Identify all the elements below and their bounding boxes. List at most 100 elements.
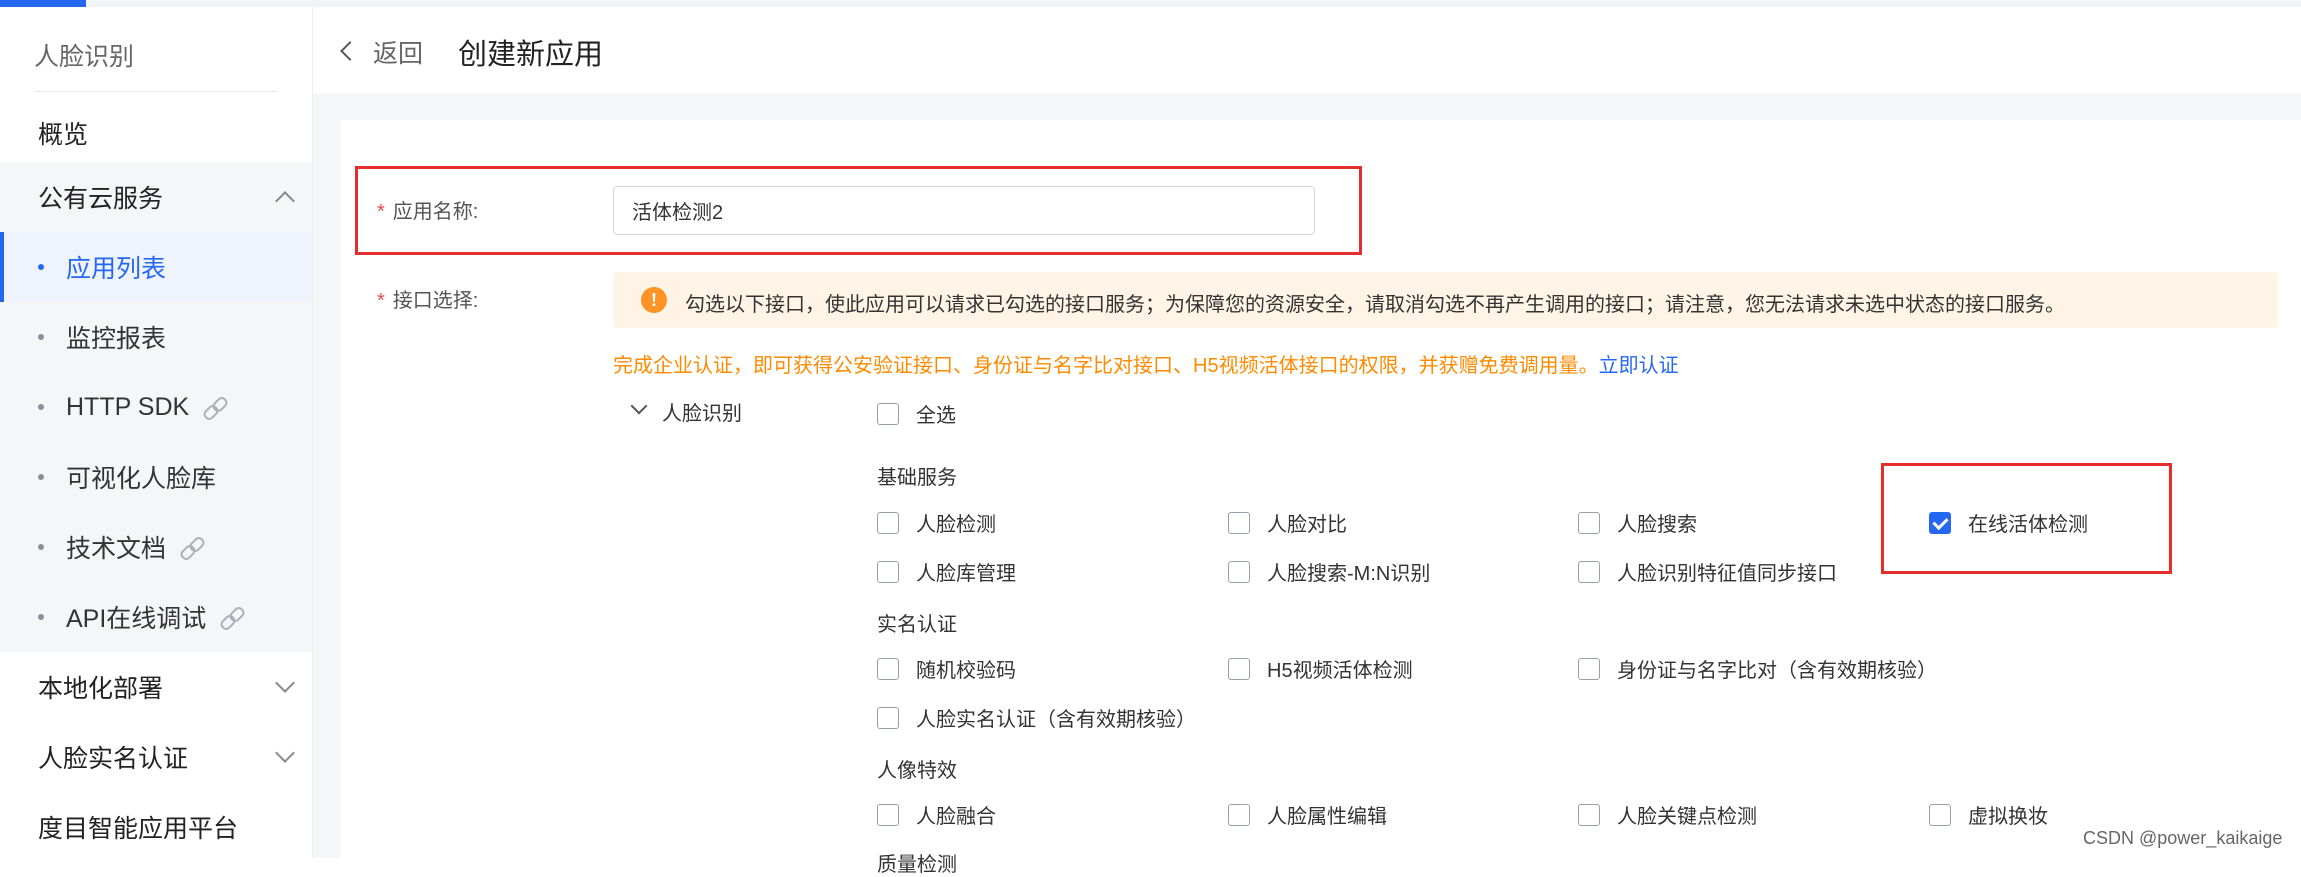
checkbox-feature-sync[interactable]: 人脸识别特征值同步接口 — [1578, 557, 1837, 586]
checkbox-label: 人脸对比 — [1267, 514, 1347, 536]
bullet-icon — [38, 614, 44, 620]
sidebar-item-overview[interactable]: 概览 — [0, 98, 312, 168]
sidebar-item-label: 监控报表 — [66, 325, 167, 353]
sidebar-item-label: 度目智能应用平台 — [38, 815, 239, 843]
checkbox-h5-video-liveness[interactable]: H5视频活体检测 — [1228, 654, 1413, 683]
checkbox-face-search-mn[interactable]: 人脸搜索-M:N识别 — [1228, 557, 1430, 586]
checkbox-face-merge[interactable]: 人脸融合 — [877, 800, 996, 829]
checkbox-face-detect[interactable]: 人脸检测 — [877, 508, 996, 537]
sidebar-divider — [34, 91, 278, 92]
sidebar-item-visual-face-library[interactable]: 可视化人脸库 — [0, 442, 312, 512]
checkbox-label: 人脸实名认证（含有效期核验） — [916, 709, 1196, 731]
checkbox-face-attr-edit[interactable]: 人脸属性编辑 — [1228, 800, 1387, 829]
checkbox-box[interactable] — [877, 511, 899, 534]
select-all-checkbox[interactable]: 全选 — [877, 399, 956, 428]
checkbox-face-compare[interactable]: 人脸对比 — [1228, 508, 1347, 537]
notice-banner: ! 勾选以下接口，使此应用可以请求已勾选的接口服务；为保障您的资源安全，请取消勾… — [613, 272, 2278, 328]
bullet-icon — [38, 404, 44, 410]
checkbox-box[interactable] — [877, 657, 899, 680]
sidebar-item-http-sdk[interactable]: HTTP SDK — [0, 372, 312, 442]
sidebar-item-label: 可视化人脸库 — [66, 465, 217, 493]
sidebar-item-label: 应用列表 — [66, 255, 167, 283]
checkbox-id-name-match[interactable]: 身份证与名字比对（含有效期核验） — [1578, 654, 1937, 683]
checkbox-label: 虚拟换妆 — [1968, 806, 2048, 828]
app-name-label-text: 应用名称: — [392, 201, 479, 223]
checkbox-box[interactable] — [1228, 560, 1250, 583]
checkbox-random-code[interactable]: 随机校验码 — [877, 654, 1016, 683]
top-progress-accent — [0, 0, 86, 7]
certification-hint: 完成企业认证，即可获得公安验证接口、身份证与名字比对接口、H5视频活体接口的权限… — [613, 349, 1679, 378]
checkbox-label: 人脸属性编辑 — [1267, 806, 1387, 828]
checkbox-box[interactable] — [1578, 511, 1600, 534]
top-progress-bar — [0, 0, 2301, 7]
checkbox-box[interactable] — [1578, 657, 1600, 680]
checkbox-label: 在线活体检测 — [1968, 514, 2088, 536]
page-title: 创建新应用 — [458, 39, 604, 71]
checkbox-face-realname-verify[interactable]: 人脸实名认证（含有效期核验） — [877, 703, 1196, 732]
sidebar-item-label: API在线调试 — [66, 605, 207, 633]
category-face-recognition[interactable]: 人脸识别 — [662, 397, 742, 426]
bullet-icon — [38, 544, 44, 550]
app-name-input[interactable] — [613, 186, 1315, 235]
app-name-label: * 应用名称: — [377, 195, 478, 224]
api-select-label: * 接口选择: — [377, 284, 478, 313]
sidebar-item-label: 公有云服务 — [38, 185, 164, 213]
checkbox-label: 人脸检测 — [916, 514, 996, 536]
sidebar-item-local-deploy[interactable]: 本地化部署 — [0, 652, 312, 722]
bullet-icon — [38, 334, 44, 340]
sidebar-item-api-debug[interactable]: API在线调试 — [0, 582, 312, 652]
checkbox-box[interactable] — [877, 706, 899, 729]
checkbox-label: 人脸识别特征值同步接口 — [1617, 563, 1837, 585]
bullet-icon — [38, 474, 44, 480]
sidebar-item-label: 概览 — [38, 121, 89, 149]
sidebar-item-app-list[interactable]: 应用列表 — [0, 232, 312, 302]
required-mark: * — [377, 290, 385, 312]
section-title-realname: 实名认证 — [877, 614, 957, 636]
sidebar: 人脸识别 概览 公有云服务 应用列表 监控报表 HTTP SDK 可视化人脸库 … — [0, 7, 313, 858]
checkbox-face-search[interactable]: 人脸搜索 — [1578, 508, 1697, 537]
checkbox-online-liveness[interactable]: 在线活体检测 — [1929, 508, 2088, 537]
checkbox-box[interactable] — [1929, 803, 1951, 826]
warning-icon: ! — [641, 287, 667, 313]
section-title-quality-check: 质量检测 — [877, 854, 957, 876]
chevron-down-icon — [275, 743, 295, 763]
link-icon — [180, 535, 204, 559]
sidebar-item-tech-docs[interactable]: 技术文档 — [0, 512, 312, 582]
sidebar-item-face-realname[interactable]: 人脸实名认证 — [0, 722, 312, 792]
checkbox-box[interactable] — [877, 402, 899, 425]
checkbox-face-landmark[interactable]: 人脸关键点检测 — [1578, 800, 1757, 829]
checkbox-box[interactable] — [1228, 657, 1250, 680]
sidebar-item-monitor-report[interactable]: 监控报表 — [0, 302, 312, 372]
certify-now-link[interactable]: 立即认证 — [1599, 355, 1679, 377]
checkbox-face-library-manage[interactable]: 人脸库管理 — [877, 557, 1016, 586]
checkbox-box[interactable] — [1578, 560, 1600, 583]
checkbox-label: H5视频活体检测 — [1267, 660, 1413, 682]
checkbox-box-checked[interactable] — [1929, 511, 1951, 534]
page-header: 返回 创建新应用 — [313, 7, 2301, 93]
sidebar-item-public-cloud[interactable]: 公有云服务 — [0, 162, 312, 232]
checkbox-box[interactable] — [1228, 511, 1250, 534]
checkbox-label: 人脸融合 — [916, 806, 996, 828]
checkbox-box[interactable] — [877, 803, 899, 826]
back-link[interactable]: 返回 — [373, 34, 423, 70]
notice-text: 勾选以下接口，使此应用可以请求已勾选的接口服务；为保障您的资源安全，请取消勾选不… — [685, 294, 2065, 316]
checkbox-virtual-makeup[interactable]: 虚拟换妆 — [1929, 800, 2048, 829]
checkbox-label: 人脸搜索 — [1617, 514, 1697, 536]
sidebar-item-dumu-platform[interactable]: 度目智能应用平台 — [0, 792, 312, 862]
chevron-down-icon — [275, 673, 295, 693]
watermark: CSDN @power_kaikaige — [2083, 828, 2283, 848]
checkbox-label: 随机校验码 — [916, 660, 1016, 682]
sidebar-item-label: HTTP SDK — [66, 392, 190, 421]
checkbox-label: 全选 — [916, 405, 956, 427]
section-title-portrait-effects: 人像特效 — [877, 760, 957, 782]
section-title-basic: 基础服务 — [877, 467, 957, 489]
checkbox-box[interactable] — [1228, 803, 1250, 826]
checkbox-label: 身份证与名字比对（含有效期核验） — [1617, 660, 1937, 682]
chevron-left-icon[interactable] — [340, 41, 360, 61]
certification-text: 完成企业认证，即可获得公安验证接口、身份证与名字比对接口、H5视频活体接口的权限… — [613, 355, 1599, 377]
checkbox-box[interactable] — [877, 560, 899, 583]
checkbox-label: 人脸库管理 — [916, 563, 1016, 585]
sidebar-title: 人脸识别 — [34, 43, 135, 71]
checkbox-box[interactable] — [1578, 803, 1600, 826]
sidebar-item-label: 本地化部署 — [38, 675, 164, 703]
